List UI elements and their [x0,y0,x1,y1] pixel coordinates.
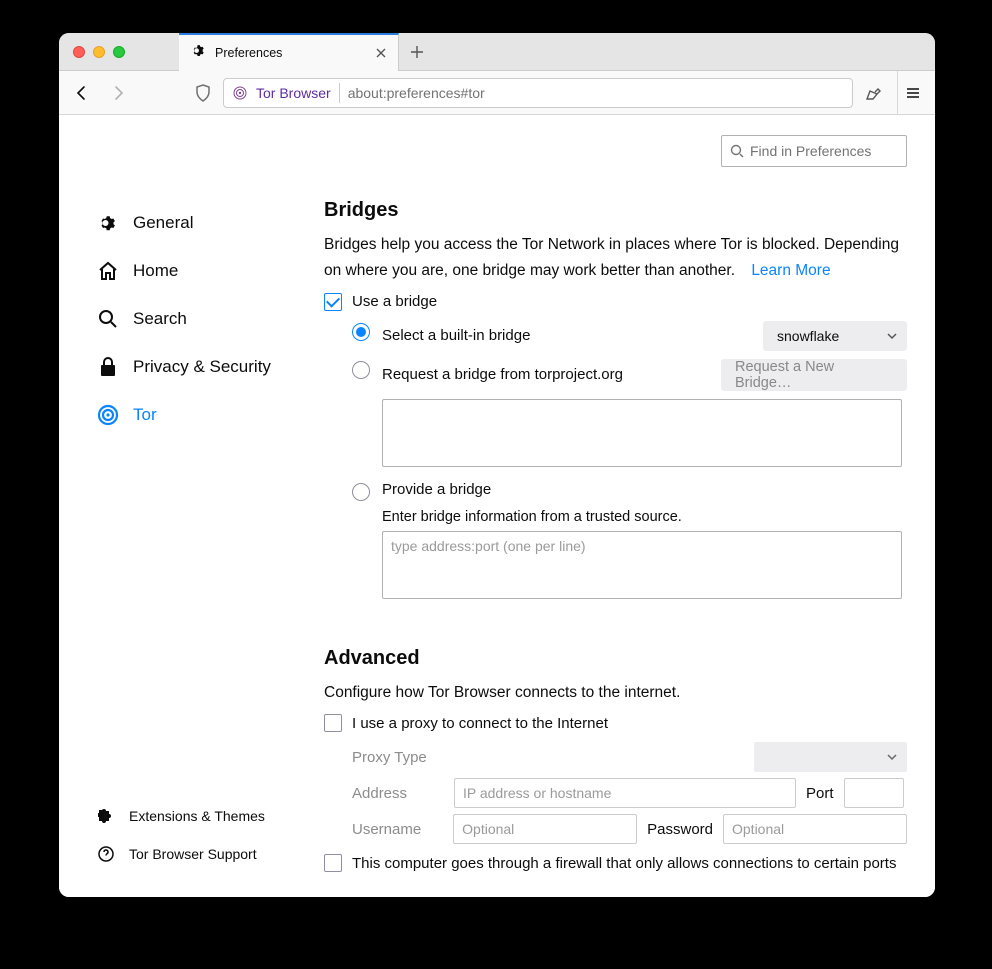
radio-request-label: Request a bridge from torproject.org [382,366,721,383]
back-button[interactable] [67,78,97,108]
sidebar-item-label: Privacy & Security [133,357,271,377]
url-text: about:preferences#tor [348,85,844,101]
proxy-type-label: Proxy Type [352,749,444,766]
sidebar-item-label: Tor [133,405,157,425]
password-label: Password [647,821,713,838]
username-label: Username [352,821,443,838]
advanced-heading: Advanced [324,647,907,670]
forward-button[interactable] [103,78,133,108]
radio-provide-bridge[interactable] [352,483,370,501]
help-icon [97,845,115,863]
tor-onion-icon [232,85,248,101]
close-window-button[interactable] [73,46,85,58]
search-icon [730,144,744,158]
sidebar-footer-label: Extensions & Themes [129,808,265,824]
use-proxy-checkbox[interactable] [324,714,342,732]
firewall-checkbox[interactable] [324,854,342,872]
builtin-bridge-select[interactable]: snowflake [763,321,907,351]
sidebar-item-tor[interactable]: Tor [97,391,324,439]
sidebar-item-label: Home [133,261,178,281]
url-bar[interactable]: Tor Browser about:preferences#tor [223,78,853,108]
radio-provide-label: Provide a bridge [382,481,491,498]
tab-preferences[interactable]: Preferences [179,33,399,71]
radio-request-bridge[interactable] [352,361,370,379]
sidebar-footer-label: Tor Browser Support [129,846,257,862]
use-bridge-checkbox[interactable] [324,293,342,311]
chevron-down-icon [887,749,897,766]
zoom-window-button[interactable] [113,46,125,58]
gear-icon [191,43,207,63]
minimize-window-button[interactable] [93,46,105,58]
port-label: Port [806,785,834,802]
address-label: Address [352,785,444,802]
sidebar-item-label: Search [133,309,187,329]
select-value: snowflake [777,328,839,344]
tor-icon [97,404,119,426]
chevron-down-icon [887,328,897,344]
request-new-bridge-button[interactable]: Request a New Bridge… [721,359,907,391]
search-placeholder: Find in Preferences [750,143,871,159]
new-tab-button[interactable] [399,45,435,59]
tab-title: Preferences [215,46,366,60]
app-menu-button[interactable] [897,71,927,115]
bridges-description: Bridges help you access the Tor Network … [324,232,907,285]
lock-icon [97,356,119,378]
home-icon [97,260,119,282]
tab-bar: Preferences [59,33,935,71]
category-sidebar: General Home Search Privacy & Security [59,115,324,897]
sidebar-tor-support[interactable]: Tor Browser Support [97,835,324,873]
sidebar-item-privacy[interactable]: Privacy & Security [97,343,324,391]
learn-more-link[interactable]: Learn More [751,262,830,279]
puzzle-icon [97,807,115,825]
address-input[interactable] [454,778,796,808]
proxy-type-select[interactable] [754,742,907,772]
request-bridge-textarea[interactable] [382,399,902,467]
sidebar-item-general[interactable]: General [97,199,324,247]
main-panel: Bridges Bridges help you access the Tor … [324,115,935,897]
password-input[interactable] [723,814,907,844]
firewall-label: This computer goes through a firewall th… [352,855,896,872]
bridges-heading: Bridges [324,199,907,222]
browser-window: Preferences Tor Browser about:preference… [59,33,935,897]
radio-builtin-label: Select a built-in bridge [382,327,763,344]
provide-bridge-textarea[interactable] [382,531,902,599]
shield-icon[interactable] [189,84,217,102]
radio-builtin-bridge[interactable] [352,323,370,341]
identity-label: Tor Browser [256,85,331,101]
search-icon [97,308,119,330]
use-bridge-label: Use a bridge [352,293,437,310]
sidebar-item-label: General [133,213,193,233]
gear-icon [97,212,119,234]
sidebar-item-home[interactable]: Home [97,247,324,295]
sidebar-item-search[interactable]: Search [97,295,324,343]
provide-bridge-hint: Enter bridge information from a trusted … [382,509,907,525]
close-tab-button[interactable] [374,46,388,60]
navigation-toolbar: Tor Browser about:preferences#tor [59,71,935,115]
use-proxy-label: I use a proxy to connect to the Internet [352,715,608,732]
window-controls [59,46,139,58]
sidebar-extensions-themes[interactable]: Extensions & Themes [97,797,324,835]
search-preferences-input[interactable]: Find in Preferences [721,135,907,167]
security-level-icon[interactable] [859,84,887,102]
username-input[interactable] [453,814,637,844]
preferences-content: Find in Preferences General Home Searc [59,115,935,897]
advanced-description: Configure how Tor Browser connects to th… [324,680,907,706]
port-input[interactable] [844,778,904,808]
